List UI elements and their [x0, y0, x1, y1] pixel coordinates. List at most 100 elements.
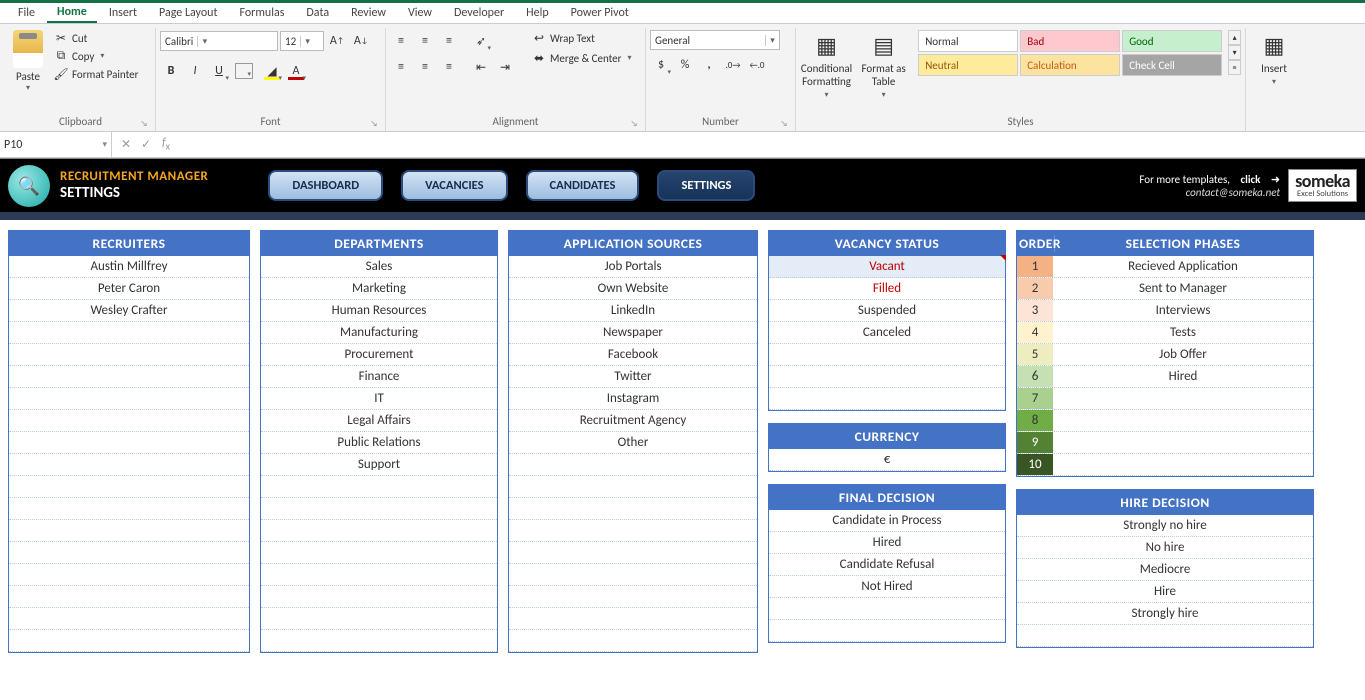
table-row[interactable]: 2Sent to Manager	[1017, 278, 1313, 300]
table-row[interactable]: Own Website	[509, 278, 757, 300]
table-row[interactable]	[9, 564, 249, 586]
table-row[interactable]: Canceled	[769, 322, 1005, 344]
table-row[interactable]	[9, 432, 249, 454]
table-row[interactable]: €	[769, 449, 1005, 471]
menu-formulas[interactable]: Formulas	[229, 4, 294, 22]
bold-button[interactable]: B	[160, 60, 182, 82]
status-list[interactable]: VacantFilledSuspendedCanceled	[769, 256, 1005, 410]
table-row[interactable]: Legal Affairs	[261, 410, 497, 432]
cancel-formula-icon[interactable]: ✕	[118, 137, 134, 152]
nav-vacancies-button[interactable]: VACANCIES	[401, 170, 507, 201]
conditional-formatting-button[interactable]: ▦Conditional Formatting▾	[800, 30, 853, 100]
table-row[interactable]	[9, 498, 249, 520]
table-row[interactable]	[9, 366, 249, 388]
table-row[interactable]	[509, 476, 757, 498]
menu-file[interactable]: File	[8, 4, 45, 22]
table-row[interactable]	[261, 476, 497, 498]
table-row[interactable]: Instagram	[509, 388, 757, 410]
style-neutral[interactable]: Neutral	[918, 54, 1018, 76]
table-row[interactable]	[509, 520, 757, 542]
table-row[interactable]	[261, 542, 497, 564]
table-row[interactable]	[9, 322, 249, 344]
cut-button[interactable]: ✂Cut	[50, 30, 142, 46]
align-center-button[interactable]: ≡	[414, 56, 436, 78]
table-row[interactable]	[261, 520, 497, 542]
percent-format-button[interactable]: %	[674, 54, 696, 76]
font-name-combo[interactable]: Calibri▾	[160, 31, 278, 51]
style-normal[interactable]: Normal	[918, 30, 1018, 52]
increase-font-button[interactable]: A↑	[326, 30, 348, 52]
number-launcher-icon[interactable]: ↘	[779, 119, 789, 129]
table-row[interactable]: Suspended	[769, 300, 1005, 322]
table-row[interactable]	[9, 388, 249, 410]
orientation-button[interactable]: ➶	[470, 30, 492, 52]
table-row[interactable]: Strongly no hire	[1017, 515, 1313, 537]
decrease-indent-button[interactable]: ⇤	[470, 56, 492, 78]
table-row[interactable]: No hire	[1017, 537, 1313, 559]
table-row[interactable]	[9, 476, 249, 498]
table-row[interactable]	[509, 586, 757, 608]
more-templates-link[interactable]: click	[1241, 173, 1261, 186]
table-row[interactable]: Facebook	[509, 344, 757, 366]
table-row[interactable]: Vacant	[769, 256, 1005, 278]
table-row[interactable]	[509, 564, 757, 586]
hire-list[interactable]: Strongly no hireNo hireMediocreHireStron…	[1017, 515, 1313, 647]
copy-button[interactable]: ⧉Copy▾	[50, 48, 142, 64]
table-row[interactable]: Recruitment Agency	[509, 410, 757, 432]
table-row[interactable]: Mediocre	[1017, 559, 1313, 581]
sources-list[interactable]: Job PortalsOwn WebsiteLinkedInNewspaperF…	[509, 256, 757, 652]
style-check-cell[interactable]: Check Cell	[1122, 54, 1222, 76]
table-row[interactable]	[769, 366, 1005, 388]
alignment-launcher-icon[interactable]: ↘	[629, 119, 639, 129]
departments-list[interactable]: SalesMarketingHuman ResourcesManufacturi…	[261, 256, 497, 652]
table-row[interactable]	[9, 410, 249, 432]
menu-view[interactable]: View	[398, 4, 442, 22]
phases-list[interactable]: 1Recieved Application2Sent to Manager3In…	[1017, 256, 1313, 476]
table-row[interactable]: 5Job Offer	[1017, 344, 1313, 366]
table-row[interactable]: 7	[1017, 388, 1313, 410]
italic-button[interactable]: I	[184, 60, 206, 82]
table-row[interactable]: Not Hired	[769, 576, 1005, 598]
table-row[interactable]	[261, 608, 497, 630]
merge-center-button[interactable]: ⬌Merge & Center▾	[528, 50, 636, 66]
clipboard-launcher-icon[interactable]: ↘	[139, 119, 149, 129]
table-row[interactable]	[769, 388, 1005, 410]
table-row[interactable]: Sales	[261, 256, 497, 278]
table-row[interactable]	[9, 608, 249, 630]
table-row[interactable]: Manufacturing	[261, 322, 497, 344]
font-color-button[interactable]: A	[285, 60, 307, 82]
decrease-decimal-button[interactable]: ←.0	[746, 54, 768, 76]
menu-data[interactable]: Data	[296, 4, 339, 22]
increase-decimal-button[interactable]: .0→	[722, 54, 744, 76]
nav-dashboard-button[interactable]: DASHBOARD	[268, 170, 383, 201]
table-row[interactable]	[509, 454, 757, 476]
cell-styles-gallery[interactable]: Normal Bad Good Neutral Calculation Chec…	[918, 30, 1222, 76]
table-row[interactable]	[1017, 625, 1313, 647]
table-row[interactable]: Candidate in Process	[769, 510, 1005, 532]
table-row[interactable]: Hire	[1017, 581, 1313, 603]
increase-indent-button[interactable]: ⇥	[494, 56, 516, 78]
style-bad[interactable]: Bad	[1020, 30, 1120, 52]
decrease-font-button[interactable]: A↓	[350, 30, 372, 52]
nav-settings-button[interactable]: SETTINGS	[657, 170, 755, 201]
table-row[interactable]: Candidate Refusal	[769, 554, 1005, 576]
table-row[interactable]: Finance	[261, 366, 497, 388]
align-middle-button[interactable]: ≡	[414, 30, 436, 52]
table-row[interactable]	[9, 630, 249, 652]
table-row[interactable]	[9, 520, 249, 542]
table-row[interactable]: Austin Millfrey	[9, 256, 249, 278]
table-row[interactable]: 4Tests	[1017, 322, 1313, 344]
table-row[interactable]: Hired	[769, 532, 1005, 554]
table-row[interactable]	[509, 608, 757, 630]
table-row[interactable]	[9, 344, 249, 366]
table-row[interactable]: LinkedIn	[509, 300, 757, 322]
table-row[interactable]	[9, 542, 249, 564]
final-list[interactable]: Candidate in ProcessHiredCandidate Refus…	[769, 510, 1005, 642]
table-row[interactable]: IT	[261, 388, 497, 410]
table-row[interactable]: Newspaper	[509, 322, 757, 344]
table-row[interactable]	[9, 454, 249, 476]
table-row[interactable]: 6Hired	[1017, 366, 1313, 388]
menu-insert[interactable]: Insert	[99, 4, 147, 22]
fill-color-button[interactable]: ◢	[261, 60, 283, 82]
align-right-button[interactable]: ≡	[438, 56, 460, 78]
